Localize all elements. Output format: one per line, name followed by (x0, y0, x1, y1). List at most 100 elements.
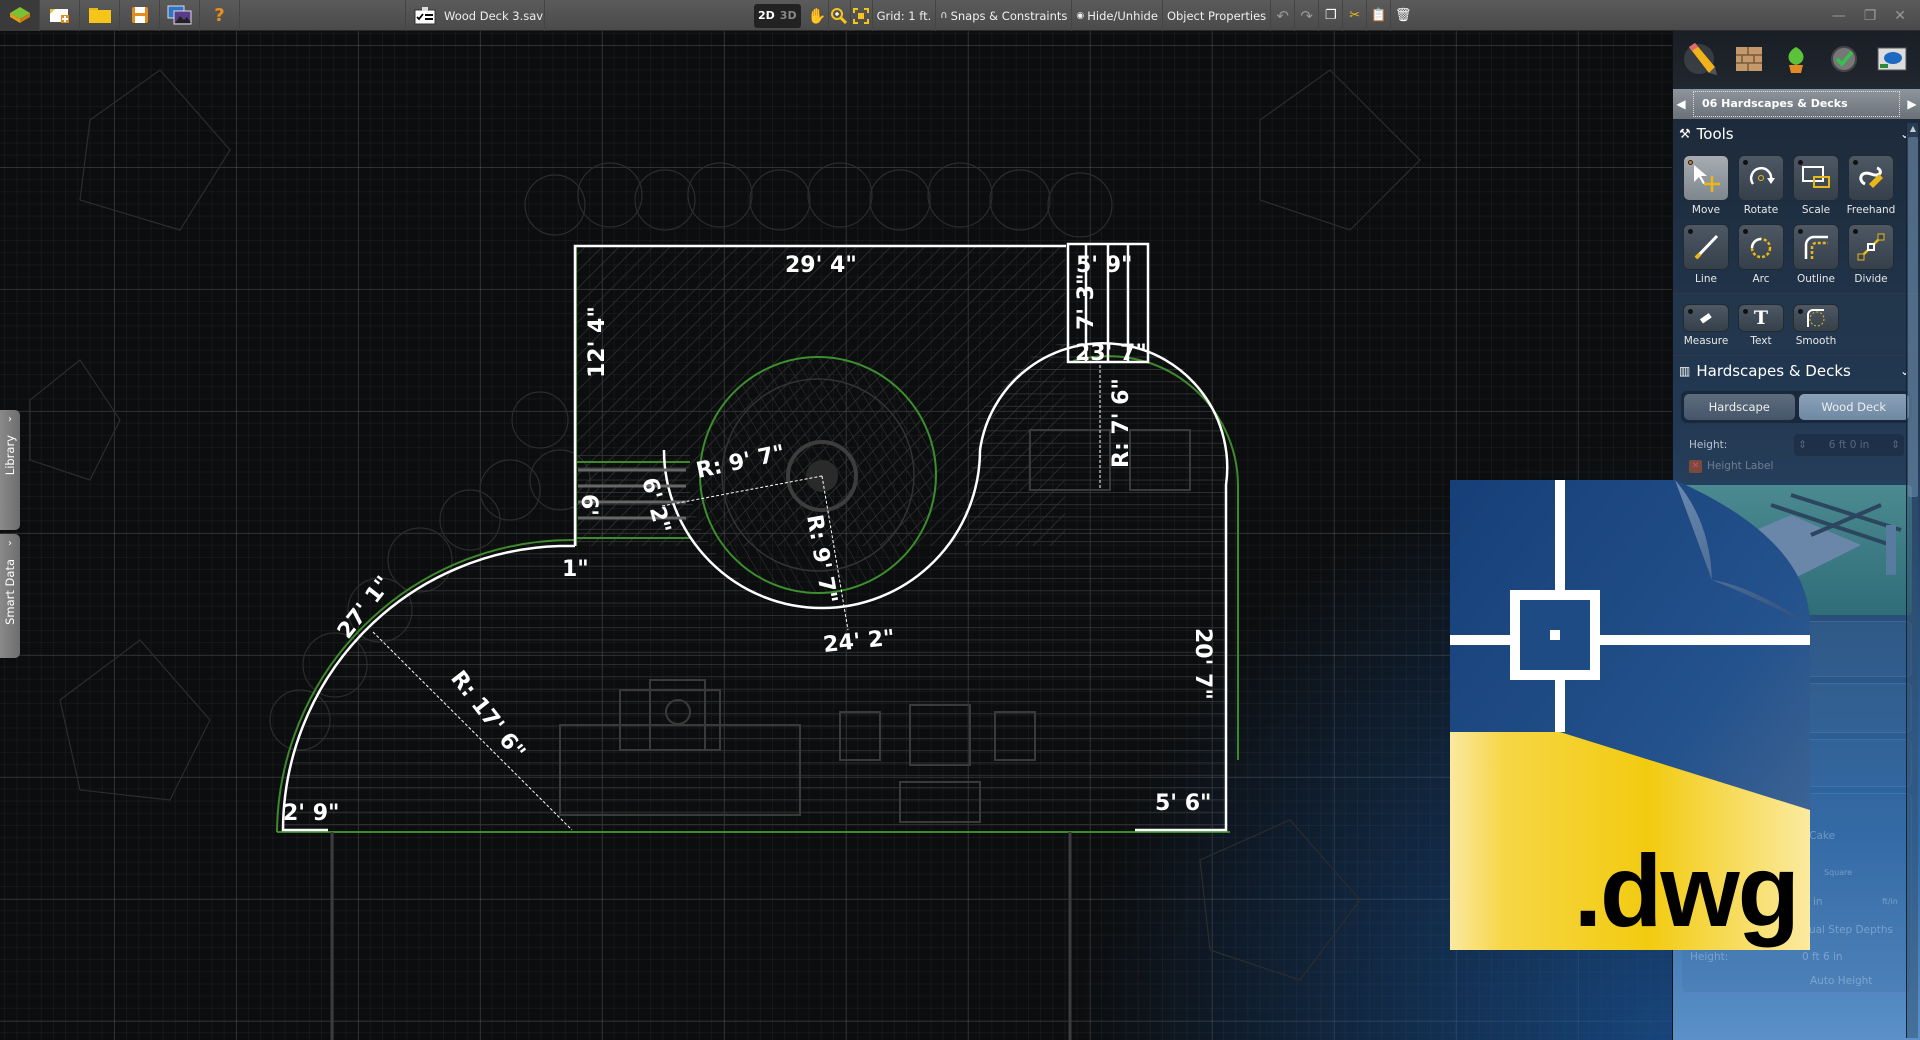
hardscape-type-tabs: Hardscape Wood Deck (1681, 391, 1912, 423)
save-icon (131, 7, 148, 23)
tools-section-header[interactable]: ⚒ Tools ⌄ (1673, 119, 1920, 149)
dwg-extension-label: .dwg (1573, 834, 1800, 948)
dwg-file-badge: .dwg (1450, 480, 1810, 950)
view-3d-button[interactable]: 3D (780, 9, 797, 22)
cut-icon: ✂ (1349, 8, 1361, 23)
close-button[interactable]: ✕ (1894, 8, 1906, 24)
check-category-button[interactable] (1826, 41, 1862, 77)
tool-outline[interactable]: Outline (1791, 224, 1841, 285)
clipboard-checklist-icon (414, 6, 436, 24)
zoom-button[interactable] (829, 0, 851, 31)
height-label: Height: (1689, 439, 1728, 451)
minimize-button[interactable]: — (1832, 8, 1846, 24)
tool-arc[interactable]: Arc (1736, 224, 1786, 285)
scroll-up-icon: ▲ (1909, 124, 1917, 133)
deck-plan: 29' 4" 12' 4" 5' 9" 7' 3" 23' 7" R: 7' 6… (29, 69, 1421, 1040)
view-mode-toggle[interactable]: 2D 3D (754, 3, 801, 28)
height-label-checkbox[interactable]: ✕ Height Label (1689, 457, 1904, 475)
freehand-icon (1859, 166, 1883, 188)
hide-unhide-button[interactable]: ◉ Hide/Unhide (1072, 0, 1163, 31)
snaps-constraints-button[interactable]: ∩ Snaps & Constraints (936, 0, 1073, 31)
step-height-value[interactable]: 0 ft 6 in (1802, 951, 1843, 963)
zoom-extents-button[interactable] (851, 0, 873, 31)
site-plan-icon (1877, 47, 1907, 71)
pan-button[interactable]: ✋ (807, 0, 829, 31)
dim-radius-right: R: 7' 6" (1109, 378, 1134, 468)
tool-measure[interactable]: ▬ Measure (1681, 304, 1731, 351)
hide-label: Hide/Unhide (1087, 8, 1158, 23)
smart-data-tab[interactable]: › Smart Data (0, 534, 20, 658)
tool-smooth[interactable]: Smooth (1791, 304, 1841, 351)
tool-freehand[interactable]: Freehand (1846, 155, 1896, 216)
brick-category-button[interactable] (1731, 41, 1767, 77)
zoom-icon (831, 7, 848, 24)
category-nav: ◀ 06 Hardscapes & Decks ▶ (1673, 89, 1920, 119)
dim-left-height: 12' 4" (585, 306, 610, 378)
plant-category-button[interactable] (1778, 41, 1814, 77)
tool-text[interactable]: T Text (1736, 304, 1786, 351)
undo-icon: ↶ (1276, 6, 1289, 25)
delete-button[interactable]: 🗑 (1391, 0, 1415, 31)
tool-move-label: Move (1691, 204, 1721, 216)
tool-divide[interactable]: Divide (1846, 224, 1896, 285)
prev-category-button[interactable]: ◀ (1673, 97, 1689, 111)
copy-icon: ❐ (1324, 8, 1337, 23)
category-title[interactable]: 06 Hardscapes & Decks (1693, 91, 1900, 117)
height-stepper[interactable]: ⇕ 6 ft 0 in ⇕ (1794, 434, 1904, 456)
image-gallery-icon (167, 5, 191, 25)
tool-scale[interactable]: Scale (1791, 155, 1841, 216)
magnet-icon: ∩ (940, 10, 948, 21)
paste-button[interactable]: 📋 (1367, 0, 1392, 31)
line-icon (1694, 234, 1719, 260)
site-plan-category-button[interactable] (1874, 41, 1910, 77)
dim-bottom-left: 2' 9" (283, 801, 339, 826)
tool-rotate-label: Rotate (1743, 204, 1779, 216)
tab-hardscape[interactable]: Hardscape (1684, 394, 1795, 420)
help-button[interactable]: ? (200, 0, 240, 31)
object-properties-label: Object Properties (1166, 8, 1267, 23)
tool-smooth-label: Smooth (1795, 335, 1837, 347)
hardscapes-section-header[interactable]: ▥ Hardscapes & Decks ⌄ (1673, 355, 1920, 385)
fence-lines (330, 832, 1072, 1040)
view-2d-button[interactable]: 2D (758, 9, 775, 22)
dim-left-steps: 6' (576, 494, 601, 516)
stepper-arrows-icon: ⇕ (1798, 439, 1807, 451)
tool-line[interactable]: Line (1681, 224, 1731, 285)
pencil-icon (1683, 43, 1717, 75)
new-project-button[interactable] (40, 0, 80, 31)
dim-right-height: 20' 7" (1190, 628, 1215, 700)
save-button[interactable] (120, 0, 160, 31)
app-window: ? Wood Deck 3.sav 2D 3D ✋ Grid: 1 ft. ∩ S… (0, 0, 1920, 1040)
dim-top-width: 29' 4" (785, 253, 857, 278)
tool-rotate[interactable]: Rotate (1736, 155, 1786, 216)
tool-move[interactable]: Move (1681, 155, 1731, 216)
open-folder-button[interactable] (80, 0, 120, 31)
layers-button[interactable] (0, 0, 40, 31)
chevron-right-icon: › (8, 414, 12, 425)
panel-scrollbar[interactable]: ▲ (1906, 123, 1918, 1038)
redo-button[interactable]: ↷ (1295, 0, 1320, 31)
undo-button[interactable]: ↶ (1271, 0, 1296, 31)
grid-setting-button[interactable]: Grid: 1 ft. (873, 0, 937, 31)
cut-button[interactable]: ✂ (1343, 0, 1368, 31)
scrollbar-thumb[interactable] (1908, 137, 1918, 497)
image-gallery-button[interactable] (160, 0, 200, 31)
object-properties-button[interactable]: Object Properties (1163, 0, 1272, 31)
restore-button[interactable]: ❐ (1864, 8, 1877, 24)
tool-line-label: Line (1695, 273, 1717, 285)
stair-style-square[interactable]: Square (1824, 868, 1852, 877)
measure-icon: ▬ (1695, 307, 1717, 329)
auto-height-button[interactable]: Auto Height (1810, 975, 1872, 987)
next-category-button[interactable]: ▶ (1904, 97, 1920, 111)
file-tab[interactable]: Wood Deck 3.sav (405, 0, 545, 31)
tool-freehand-label: Freehand (1846, 204, 1896, 216)
copy-button[interactable]: ❐ (1319, 0, 1344, 31)
chevron-right-icon: › (8, 538, 12, 549)
smooth-icon (1807, 309, 1825, 327)
category-icons (1673, 31, 1920, 87)
arc-icon (1750, 237, 1772, 259)
pencil-category-button[interactable] (1683, 41, 1719, 77)
library-tab[interactable]: › Library (0, 410, 20, 530)
drawing-canvas[interactable]: 29' 4" 12' 4" 5' 9" 7' 3" 23' 7" R: 7' 6… (0, 31, 1672, 1040)
tab-wood-deck[interactable]: Wood Deck (1798, 394, 1909, 420)
